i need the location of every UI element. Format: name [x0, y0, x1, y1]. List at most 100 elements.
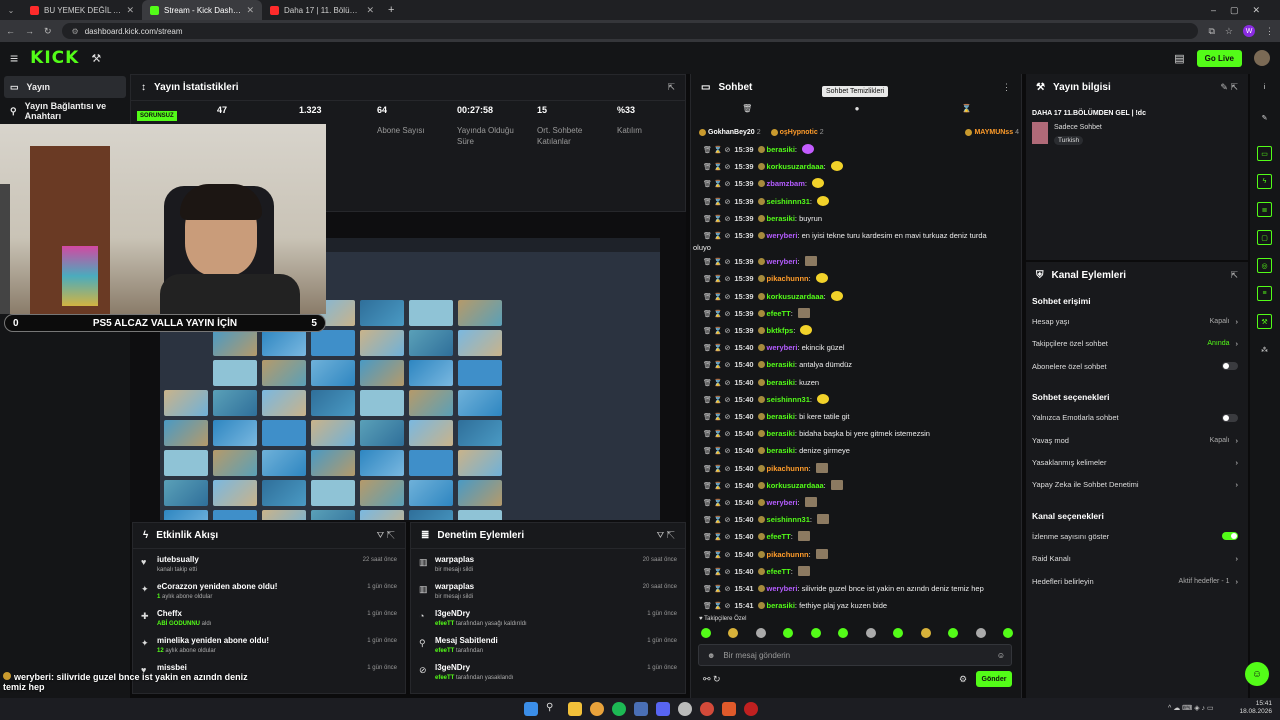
chat-username[interactable]: berasiki [767, 601, 795, 610]
toggle-switch[interactable] [1222, 362, 1238, 371]
chat-message-input[interactable]: ☻ Bir mesaj gönderin ☺ [698, 644, 1012, 666]
close-tab-icon[interactable]: ✕ [366, 5, 374, 16]
hourglass-icon[interactable]: ⌛ [962, 104, 972, 120]
image-thumbnail[interactable] [458, 300, 502, 326]
emote-icon[interactable] [975, 628, 986, 638]
chat-message[interactable]: 🗑 ⌛ ⊘ 15:39 berasiki: buyrun [703, 213, 1019, 225]
chat-username[interactable]: seishinnn31 [767, 395, 810, 404]
image-thumbnail[interactable] [164, 510, 208, 520]
app-icon-2[interactable] [700, 702, 714, 716]
message-moderation-icons[interactable]: 🗑 ⌛ ⊘ [703, 233, 730, 240]
broadcast-rail-icon[interactable]: ◎ [1257, 258, 1272, 273]
close-tab-icon[interactable]: ✕ [126, 5, 134, 16]
image-thumbnail[interactable] [262, 420, 306, 446]
image-thumbnail[interactable] [409, 420, 453, 446]
chat-message[interactable]: 🗑 ⌛ ⊘ 15:40 korkusuzardaaa: [703, 479, 1019, 492]
chat-message[interactable]: 🗑 ⌛ ⊘ 15:39 efeeTT: [703, 307, 1019, 320]
message-moderation-icons[interactable]: 🗑 ⌛ ⊘ [703, 147, 730, 154]
chat-username[interactable]: berasiki [767, 145, 795, 154]
message-moderation-icons[interactable]: 🗑 ⌛ ⊘ [703, 294, 730, 301]
image-thumbnail[interactable] [360, 510, 404, 520]
info-icon[interactable]: i [1257, 80, 1272, 95]
spotify-icon[interactable] [612, 702, 626, 716]
image-thumbnail[interactable] [311, 420, 355, 446]
setting-row[interactable]: Yavaş mod Kapalı › [1032, 436, 1238, 445]
brave-icon[interactable] [722, 702, 736, 716]
setting-row[interactable]: Hesap yaşı Kapalı › [1032, 317, 1238, 326]
emoji-icon[interactable]: ☻ [707, 651, 715, 660]
setting-row[interactable]: Yapay Zeka ile Sohbet Denetimi › [1032, 480, 1238, 489]
user-avatar[interactable] [1254, 50, 1270, 66]
edit-pencil-icon[interactable]: ✎ ⇱ [1220, 82, 1238, 93]
clock[interactable]: 15:41 18.08.2026 [1226, 700, 1272, 716]
image-thumbnail[interactable] [164, 420, 208, 446]
chat-message[interactable]: 🗑 ⌛ ⊘ 15:40 pikachunnn: [703, 462, 1019, 475]
image-thumbnail[interactable] [360, 300, 404, 326]
chat-message[interactable]: 🗑 ⌛ ⊘ 15:40 berasiki: antalya dümdüz [703, 359, 1019, 371]
chrome-icon[interactable] [590, 702, 604, 716]
chat-username[interactable]: efeeTT [767, 532, 791, 541]
emote-icon[interactable] [810, 628, 821, 638]
chat-username[interactable]: berasiki [767, 446, 795, 455]
send-button[interactable]: Gönder [976, 671, 1012, 687]
feed-item[interactable]: ▥ warpaplas bir mesajı sildi 20 saat önce [411, 582, 685, 608]
chat-username[interactable]: bktkfps [767, 326, 794, 335]
chat-message[interactable]: 🗑 ⌛ ⊘ 15:40 berasiki: kuzen [703, 377, 1019, 389]
image-thumbnail[interactable] [409, 300, 453, 326]
message-moderation-icons[interactable]: 🗑 ⌛ ⊘ [703, 345, 730, 352]
setting-row[interactable]: İzlenme sayısını göster [1032, 532, 1238, 541]
image-thumbnail[interactable] [262, 450, 306, 476]
image-thumbnail[interactable] [360, 420, 404, 446]
feed-item[interactable]: ◔ l3geNDry efeeTT tarafından yasağı kaldır… [411, 609, 685, 635]
sidebar-item-stream-key[interactable]: ⚲ Yayın Bağlantısı ve Anahtarı [4, 100, 126, 122]
chat-username[interactable]: weryberi [767, 498, 798, 507]
settings-gear-icon[interactable]: ⚙ [959, 674, 967, 685]
chat-message[interactable]: 🗑 ⌛ ⊘ 15:39 bktkfps: [703, 325, 1019, 337]
chat-message[interactable]: 🗑 ⌛ ⊘ 15:39 seishinnn31: [703, 195, 1019, 208]
trash-icon[interactable]: 🗑 [742, 104, 752, 120]
wrench-icon[interactable]: ⚒ [91, 52, 101, 65]
image-thumbnail[interactable] [311, 480, 355, 506]
image-thumbnail[interactable] [213, 360, 257, 386]
image-thumbnail[interactable] [213, 510, 257, 520]
message-moderation-icons[interactable]: 🗑 ⌛ ⊘ [703, 362, 730, 369]
list-rail-icon[interactable]: ≣ [1257, 202, 1272, 217]
chat-message[interactable]: 🗑 ⌛ ⊘ 15:40 pikachunnn: [703, 548, 1019, 561]
extensions-icon[interactable]: ⧉ [1208, 26, 1214, 37]
image-thumbnail[interactable] [409, 390, 453, 416]
message-moderation-icons[interactable]: 🗑 ⌛ ⊘ [703, 534, 730, 541]
popout-icon[interactable]: ⇱ [1230, 270, 1238, 281]
chat-message[interactable]: 🗑 ⌛ ⊘ 15:39 korkusuzardaaa: [703, 290, 1019, 303]
message-moderation-icons[interactable]: 🗑 ⌛ ⊘ [703, 448, 730, 455]
message-moderation-icons[interactable]: 🗑 ⌛ ⊘ [703, 276, 730, 283]
image-thumbnail[interactable] [311, 510, 355, 520]
image-thumbnail[interactable] [262, 330, 306, 356]
search-icon[interactable]: ⚲ [546, 702, 560, 716]
popout-icon[interactable]: ⇱ [667, 82, 675, 93]
message-moderation-icons[interactable]: 🗑 ⌛ ⊘ [703, 328, 730, 335]
chat-message[interactable]: 🗑 ⌛ ⊘ 15:39 pikachunnn: [703, 273, 1019, 285]
chat-message[interactable]: 🗑 ⌛ ⊘ 15:40 seishinnn31: [703, 514, 1019, 526]
dashboard-icon[interactable]: ▤ [1174, 52, 1184, 65]
emote-icon[interactable] [783, 628, 794, 638]
feed-item[interactable]: ✚ Cheffx ABİ GODUNNU aldı 1 gün önce [133, 609, 405, 635]
image-thumbnail[interactable] [458, 450, 502, 476]
chat-rail-icon[interactable]: ▭ [1257, 146, 1272, 161]
feed-item[interactable]: ♥ iutebsually kanalı takip etti 22 saat önc… [133, 555, 405, 581]
pinned-user[interactable]: oşHypnotic 2 [770, 126, 824, 138]
message-moderation-icons[interactable]: 🗑 ⌛ ⊘ [703, 164, 730, 171]
feed-item[interactable]: ⊘ l3geNDry efeeTT tarafından yasaklandı 1 g… [411, 663, 685, 689]
image-thumbnail[interactable] [311, 360, 355, 386]
image-thumbnail[interactable] [409, 510, 453, 520]
emote-icon[interactable] [701, 628, 711, 638]
message-moderation-icons[interactable]: 🗑 ⌛ ⊘ [703, 431, 730, 438]
chat-message[interactable]: 🗑 ⌛ ⊘ 15:40 efeeTT: [703, 565, 1019, 578]
message-moderation-icons[interactable]: 🗑 ⌛ ⊘ [703, 199, 730, 206]
chat-username[interactable]: weryberi [767, 257, 798, 266]
browser-tab[interactable]: Stream - Kick Dashboard✕ [142, 0, 262, 20]
chat-username[interactable]: berasiki [767, 360, 795, 369]
chat-username[interactable]: efeeTT [767, 309, 791, 318]
chat-message[interactable]: 🗑 ⌛ ⊘ 15:40 berasiki: bi kere tatile git [703, 411, 1019, 423]
image-thumbnail[interactable] [164, 390, 208, 416]
image-thumbnail[interactable] [409, 330, 453, 356]
